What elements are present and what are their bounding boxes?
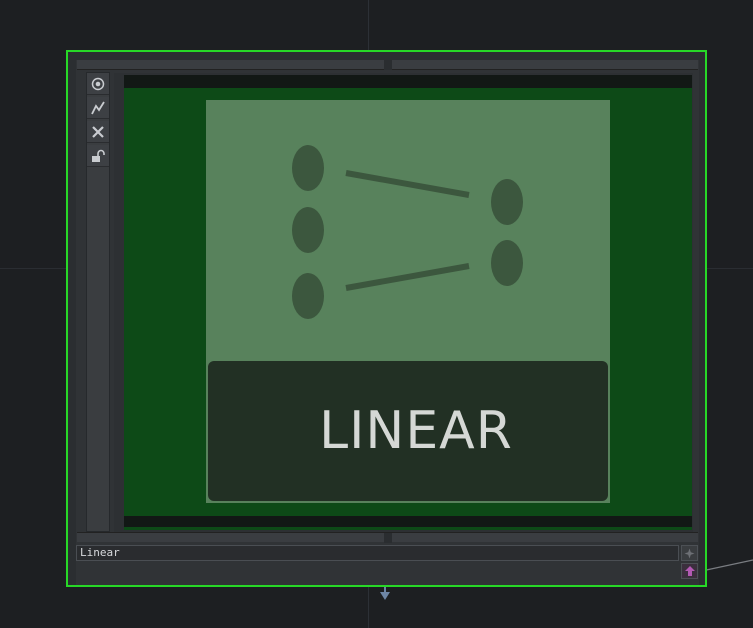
node-toolbar (86, 72, 110, 532)
thumbnail-label: LINEAR (319, 401, 513, 461)
add-button[interactable] (681, 545, 698, 561)
neural-network-icon (292, 145, 523, 319)
graph-line-icon (91, 101, 105, 114)
output-connector-button[interactable] (681, 563, 698, 579)
viewer-image-area: LINEAR (124, 75, 692, 530)
unlock-icon (92, 149, 105, 162)
target-icon (91, 77, 105, 90)
close-icon (92, 125, 104, 138)
viewer-top-bar-split (384, 60, 392, 70)
linear-thumbnail: LINEAR (206, 100, 610, 503)
graph-button[interactable] (87, 97, 109, 119)
bypass-button[interactable] (87, 121, 109, 143)
node-viewer[interactable]: LINEAR (114, 73, 693, 532)
viewer-bottom-bar-split (384, 533, 392, 543)
viewer-bottom-bar (77, 532, 698, 543)
lock-button[interactable] (87, 145, 109, 167)
add-input-icon (684, 548, 695, 558)
linear-node[interactable]: LINEAR Linear (66, 50, 707, 587)
viewer-toggle-button[interactable] (87, 73, 109, 95)
viewer-top-bar (77, 60, 698, 70)
thumbnail-label-box: LINEAR (208, 361, 608, 501)
node-name-field[interactable]: Linear (76, 545, 679, 561)
input-arrow-icon (380, 592, 390, 600)
output-connector-icon (684, 566, 695, 576)
viewer-letterbox-bottom (124, 516, 692, 527)
node-body: LINEAR Linear (76, 60, 699, 585)
viewer-letterbox-top (124, 75, 692, 88)
